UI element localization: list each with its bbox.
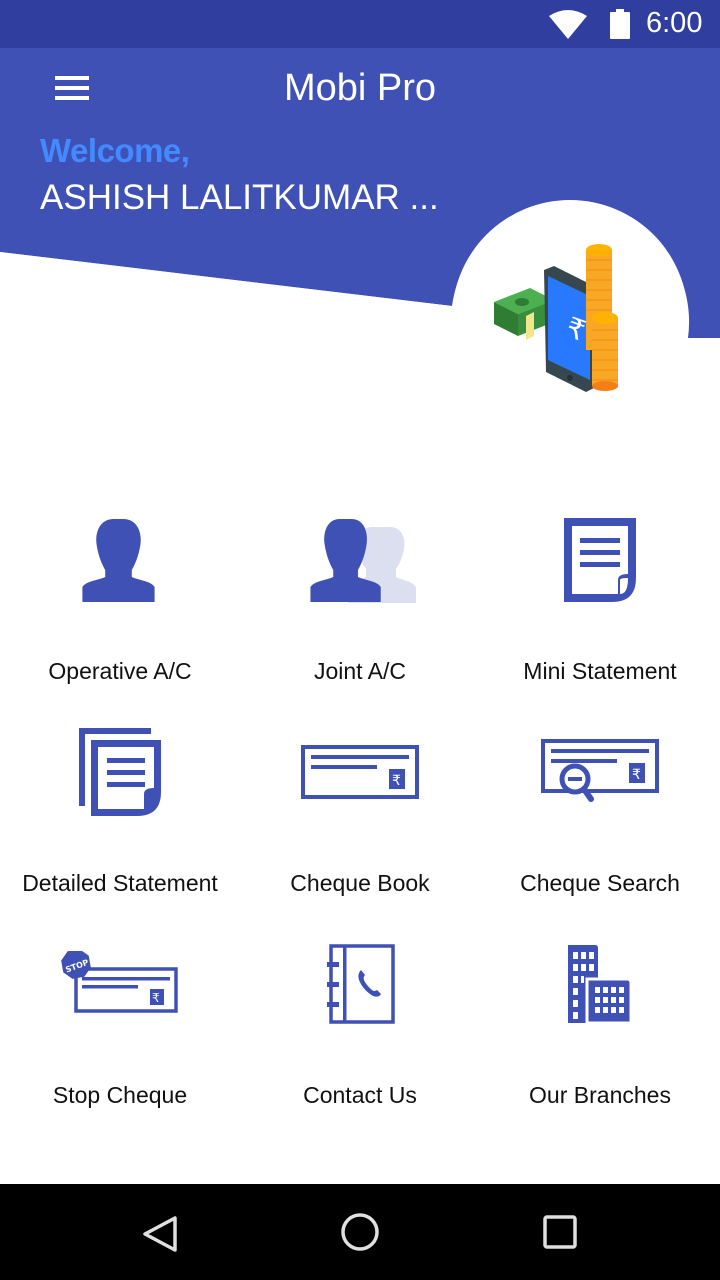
svg-text:₹: ₹ bbox=[152, 991, 160, 1005]
svg-text:₹: ₹ bbox=[632, 767, 641, 783]
svg-text:₹: ₹ bbox=[392, 773, 401, 789]
status-time: 6:00 bbox=[646, 7, 703, 39]
recents-icon bbox=[543, 1215, 577, 1249]
menu-item-detailed-statement[interactable]: Detailed Statement bbox=[0, 712, 240, 922]
menu-item-label: Detailed Statement bbox=[22, 870, 218, 896]
menu-item-label: Operative A/C bbox=[48, 658, 192, 684]
person-icon bbox=[82, 519, 155, 602]
home-button[interactable] bbox=[330, 1204, 390, 1264]
battery-icon bbox=[610, 9, 630, 39]
system-navigation-bar bbox=[0, 1184, 720, 1280]
two-persons-icon bbox=[310, 519, 416, 603]
phone-book-icon bbox=[327, 944, 395, 1024]
menu-item-label: Mini Statement bbox=[523, 658, 677, 684]
menu-item-label: Joint A/C bbox=[313, 658, 407, 684]
app-bar: Mobi Pro bbox=[0, 48, 720, 130]
wifi-icon bbox=[549, 10, 587, 39]
money-phone-coins-illustration: ₹ bbox=[494, 244, 618, 392]
app-title: Mobi Pro bbox=[283, 67, 437, 109]
back-icon bbox=[143, 1216, 177, 1252]
buildings-icon bbox=[568, 945, 633, 1025]
menu-item-cheque-search[interactable]: ₹ Cheque Search bbox=[480, 712, 720, 922]
stop-cheque-icon: ₹ STOP bbox=[61, 951, 178, 1013]
welcome-text: Welcome, bbox=[40, 132, 190, 169]
menu-item-mini-statement[interactable]: Mini Statement bbox=[480, 500, 720, 710]
menu-item-contact-us[interactable]: Contact Us bbox=[240, 924, 480, 1134]
menu-item-label: Cheque Search bbox=[520, 870, 680, 896]
menu-item-our-branches[interactable]: Our Branches bbox=[480, 924, 720, 1134]
menu-item-label: Contact Us bbox=[303, 1082, 417, 1108]
back-button[interactable] bbox=[130, 1204, 190, 1264]
menu-item-joint-ac[interactable]: Joint A/C bbox=[240, 500, 480, 710]
recents-button[interactable] bbox=[530, 1204, 590, 1264]
cheque-search-icon: ₹ bbox=[541, 739, 659, 802]
menu-item-label: Cheque Book bbox=[290, 870, 430, 896]
menu-item-stop-cheque[interactable]: ₹ STOP Stop Cheque bbox=[0, 924, 240, 1134]
document-icon bbox=[564, 518, 636, 602]
user-name: ASHISH LALITKUMAR ... bbox=[40, 178, 439, 217]
menu-item-operative-ac[interactable]: Operative A/C bbox=[0, 500, 240, 710]
menu-item-label: Stop Cheque bbox=[52, 1082, 188, 1108]
stacked-documents-icon bbox=[79, 728, 161, 816]
home-icon bbox=[341, 1213, 379, 1251]
menu-item-label: Our Branches bbox=[529, 1082, 671, 1108]
menu-item-cheque-book[interactable]: ₹ Cheque Book bbox=[240, 712, 480, 922]
status-bar: 6:00 bbox=[0, 0, 720, 48]
cheque-icon: ₹ bbox=[301, 745, 419, 799]
